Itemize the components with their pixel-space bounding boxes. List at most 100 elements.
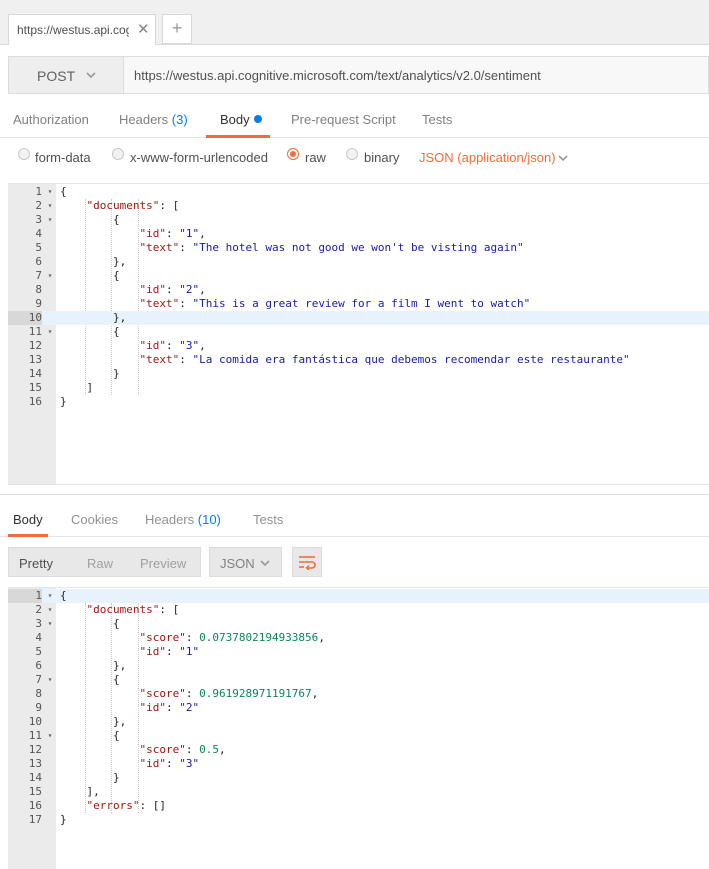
fold-arrow-icon[interactable]: ▾ (46, 603, 54, 617)
line-number: 12 (28, 339, 42, 352)
code-text: "text": "The hotel was not good we won't… (139, 241, 524, 254)
code-line: 15 ] (8, 381, 709, 395)
method-select[interactable]: POST (8, 56, 124, 94)
raw-button[interactable]: Raw (87, 556, 113, 571)
code-line: 9 "text": "This is a great review for a … (8, 297, 709, 311)
fold-arrow-icon[interactable]: ▾ (46, 199, 54, 213)
view-mode-group: Pretty Raw Preview (8, 547, 201, 577)
fold-arrow-icon[interactable]: ▾ (46, 185, 54, 199)
response-body-viewer[interactable]: 1 ▾ {2 ▾ "documents": [3 ▾ {4 "score": 0.073… (8, 587, 709, 869)
response-tab-cookies[interactable]: Cookies (71, 512, 118, 527)
code-text: }, (60, 715, 127, 728)
tab-prerequest-script[interactable]: Pre-request Script (291, 112, 396, 127)
chevron-down-icon[interactable] (557, 152, 569, 164)
radio-urlencoded[interactable] (112, 148, 124, 160)
fold-arrow-icon[interactable]: ▾ (46, 617, 54, 631)
code-line: 5 "text": "The hotel was not good we won… (8, 241, 709, 255)
code-line: 4 "id": "1", (8, 227, 709, 241)
url-input[interactable]: https://westus.api.cognitive.microsoft.c… (124, 56, 709, 94)
response-tab-headers-label: Headers (145, 512, 195, 527)
content-type-select[interactable]: JSON (application/json) (419, 150, 556, 165)
tabs-divider (0, 137, 709, 138)
tab-authorization[interactable]: Authorization (13, 112, 89, 127)
response-language-select[interactable]: JSON (209, 547, 282, 577)
code-text: "id": "1", (139, 227, 206, 240)
request-tab[interactable]: https://westus.api.cog ✕ (8, 14, 156, 45)
code-text: "documents": [ (86, 199, 180, 212)
response-tab-headers[interactable]: Headers (10) (145, 512, 221, 527)
code-line: 5 "id": "1" (8, 645, 709, 659)
line-number: 7 (35, 673, 42, 686)
code-line: 11 ▾ { (8, 325, 709, 339)
line-number: 3 (35, 617, 42, 630)
new-tab-button[interactable]: + (162, 14, 192, 44)
code-text: }, (60, 311, 127, 324)
radio-raw[interactable] (287, 148, 299, 160)
wrap-lines-button[interactable] (292, 547, 322, 577)
code-line: 3 ▾ { (8, 617, 709, 631)
code-line: 7 ▾ { (8, 269, 709, 283)
line-number: 8 (35, 687, 42, 700)
response-tab-body[interactable]: Body (13, 512, 43, 527)
radio-urlencoded-label: x-www-form-urlencoded (130, 150, 268, 165)
line-number: 4 (35, 631, 42, 644)
code-line: 12 "score": 0.5, (8, 743, 709, 757)
code-text: "text": "This is a great review for a fi… (139, 297, 531, 310)
code-text: "score": 0.961928971191767, (139, 687, 319, 700)
line-number: 5 (35, 645, 42, 658)
response-language-label: JSON (220, 556, 255, 571)
radio-binary-label: binary (364, 150, 400, 165)
fold-arrow-icon[interactable]: ▾ (46, 213, 54, 227)
code-line: 8 "id": "2", (8, 283, 709, 297)
code-text: }, (60, 659, 127, 672)
code-text: } (60, 813, 67, 826)
code-text: } (60, 395, 67, 408)
line-number: 12 (28, 743, 42, 756)
chevron-down-icon (260, 560, 270, 567)
response-tab-tests[interactable]: Tests (253, 512, 283, 527)
code-line: 16} (8, 395, 709, 409)
preview-button[interactable]: Preview (140, 556, 186, 571)
tab-headers[interactable]: Headers (3) (119, 112, 188, 127)
radio-form-data[interactable] (18, 148, 30, 160)
code-text: ] (60, 381, 94, 394)
code-line: 3 ▾ { (8, 213, 709, 227)
tab-tests[interactable]: Tests (422, 112, 452, 127)
close-icon[interactable]: ✕ (137, 20, 150, 38)
code-line: 7 ▾ { (8, 673, 709, 687)
code-line: 10 }, (8, 715, 709, 729)
line-number: 13 (28, 757, 42, 770)
wrap-lines-icon (299, 556, 316, 570)
code-text: "errors": [] (86, 799, 166, 812)
code-text: "documents": [ (86, 603, 180, 616)
fold-arrow-icon[interactable]: ▾ (46, 269, 54, 283)
code-text: "score": 0.5, (139, 743, 226, 756)
code-line: 2 ▾ "documents": [ (8, 199, 709, 213)
fold-arrow-icon[interactable]: ▾ (46, 589, 54, 603)
code-line: 13 "id": "3" (8, 757, 709, 771)
code-line: 9 "id": "2" (8, 701, 709, 715)
code-line: 14 } (8, 771, 709, 785)
pretty-button[interactable]: Pretty (19, 556, 53, 571)
code-text: { (60, 729, 120, 742)
code-text: } (60, 367, 120, 380)
fold-arrow-icon[interactable]: ▾ (46, 673, 54, 687)
tab-body[interactable]: Body (220, 112, 262, 127)
headers-count-badge: (3) (171, 112, 188, 127)
fold-arrow-icon[interactable]: ▾ (46, 729, 54, 743)
response-divider (0, 494, 709, 495)
request-body-editor[interactable]: 1 ▾{2 ▾ "documents": [3 ▾ {4 "id": "1", 5 "t… (8, 183, 709, 485)
line-number: 17 (28, 813, 42, 826)
code-text: "id": "3", (139, 339, 206, 352)
radio-binary[interactable] (346, 148, 358, 160)
fold-arrow-icon[interactable]: ▾ (46, 325, 54, 339)
